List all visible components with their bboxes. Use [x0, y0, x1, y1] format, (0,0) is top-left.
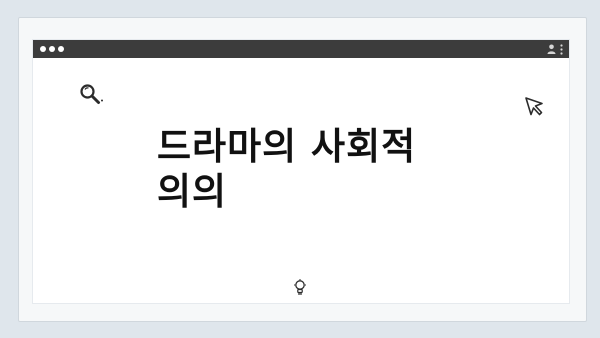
window-controls [40, 46, 67, 52]
user-icon[interactable] [547, 44, 556, 54]
close-window-button[interactable] [40, 46, 46, 52]
slide-canvas: 드라마의 사회적 의의 [0, 0, 600, 338]
lightbulb-icon [293, 279, 307, 299]
window-content: 드라마의 사회적 의의 [33, 58, 569, 303]
window-titlebar [33, 40, 569, 58]
search-icon [79, 83, 105, 109]
page-title: 드라마의 사회적 의의 [157, 125, 417, 213]
minimize-window-button[interactable] [49, 46, 55, 52]
browser-window: 드라마의 사회적 의의 [33, 40, 569, 303]
more-vertical-icon[interactable] [560, 43, 563, 55]
titlebar-actions [547, 43, 563, 55]
maximize-window-button[interactable] [58, 46, 64, 52]
cursor-icon [523, 95, 545, 121]
